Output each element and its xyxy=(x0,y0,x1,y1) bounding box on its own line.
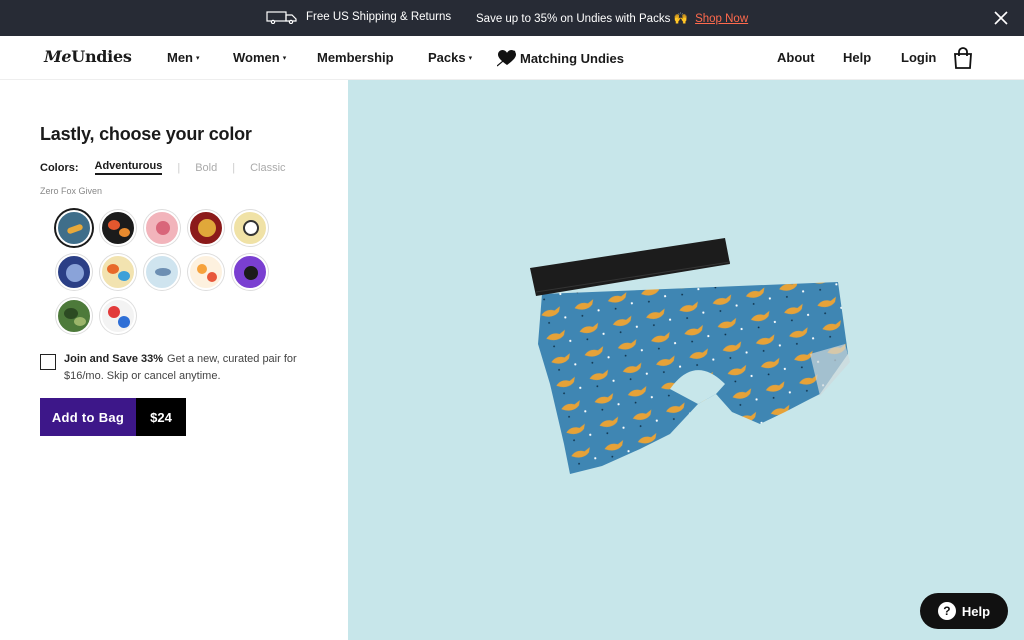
nav-matching-undies-label: Matching Undies xyxy=(520,50,625,66)
price: $24 xyxy=(136,398,186,436)
logo-undies: Undies xyxy=(71,47,132,66)
nav-men-label: Men xyxy=(167,50,193,65)
swatch-pattern-10[interactable] xyxy=(232,254,268,290)
caret-down-icon: ▾ xyxy=(282,54,287,62)
swatch-pattern-7[interactable] xyxy=(100,254,136,290)
nav-packs-label: Packs xyxy=(428,50,466,65)
tab-classic[interactable]: Classic xyxy=(250,162,285,174)
join-checkbox[interactable] xyxy=(40,354,56,370)
help-chat-button[interactable]: ? Help xyxy=(920,593,1008,629)
nav-about-label: About xyxy=(777,50,815,65)
save-text: Save up to 35% on Undies with Packs 🙌 xyxy=(476,13,688,25)
promo-bar: Free US Shipping & Returns Save up to 35… xyxy=(0,0,1024,36)
swatch-pattern-6[interactable] xyxy=(56,254,92,290)
shop-now-link[interactable]: Shop Now xyxy=(695,13,748,25)
truck-icon xyxy=(266,11,297,24)
add-to-bag-button[interactable]: Add to Bag $24 xyxy=(40,398,186,436)
swatch-pattern-3[interactable] xyxy=(144,210,180,246)
nav-packs[interactable]: Packs ▾ xyxy=(428,50,472,65)
nav-membership[interactable]: Membership xyxy=(317,50,394,65)
color-category-tabs: Colors: Adventurous | Bold | Classic xyxy=(40,160,286,175)
nav-login-label: Login xyxy=(901,50,937,65)
nav-help[interactable]: Help xyxy=(843,50,871,65)
options-panel: Lastly, choose your color Colors: Advent… xyxy=(0,80,348,640)
shipping-notice: Free US Shipping & Returns xyxy=(266,10,451,24)
swatch-pattern-9[interactable] xyxy=(188,254,224,290)
nav-help-label: Help xyxy=(843,50,872,65)
selected-color-name: Zero Fox Given xyxy=(40,186,103,196)
nav-women-label: Women xyxy=(233,50,280,65)
caret-down-icon: ▾ xyxy=(468,54,473,62)
shipping-text: Free US Shipping & Returns xyxy=(306,11,452,23)
nav-about[interactable]: About xyxy=(777,50,815,65)
tab-adventurous[interactable]: Adventurous xyxy=(94,160,163,175)
logo[interactable]: MeUndies xyxy=(44,47,132,66)
tab-separator: | xyxy=(232,161,236,174)
nav-women[interactable]: Women ▾ xyxy=(233,50,286,65)
swatch-pattern-5[interactable] xyxy=(232,210,268,246)
help-chat-label: Help xyxy=(961,603,991,619)
nav-login[interactable]: Login xyxy=(901,50,936,65)
swatch-pattern-8[interactable] xyxy=(144,254,180,290)
nav-matching-undies[interactable]: Matching Undies xyxy=(497,49,624,67)
question-icon: ? xyxy=(937,602,956,620)
product-image xyxy=(530,238,850,474)
main-nav: MeUndies Men ▾ Women ▾ Membership Packs ▾ M… xyxy=(0,36,1024,80)
nav-membership-label: Membership xyxy=(317,50,394,65)
colors-label: Colors: xyxy=(40,161,79,174)
swatch-pattern-12[interactable] xyxy=(100,298,136,334)
tab-bold[interactable]: Bold xyxy=(195,162,217,174)
join-text: Join and Save 33% Get a new, curated pair… xyxy=(40,351,310,385)
join-and-save: Join and Save 33% Get a new, curated pair… xyxy=(40,351,310,385)
join-title: Join and Save 33% xyxy=(64,353,164,365)
shopping-bag-icon[interactable] xyxy=(953,47,973,69)
logo-me: Me xyxy=(44,47,72,66)
close-icon[interactable] xyxy=(992,9,1010,27)
tab-separator: | xyxy=(177,161,181,174)
swatch-pattern-11[interactable] xyxy=(56,298,92,334)
heart-arrow-icon xyxy=(497,50,516,67)
swatch-pattern-2[interactable] xyxy=(100,210,136,246)
nav-men[interactable]: Men ▾ xyxy=(167,50,200,65)
page-title: Lastly, choose your color xyxy=(40,124,252,144)
product-hero xyxy=(348,80,1024,640)
swatch-zero-fox-given[interactable] xyxy=(56,210,92,246)
add-to-bag-label: Add to Bag xyxy=(40,398,136,436)
caret-down-icon: ▾ xyxy=(196,54,200,62)
save-notice: Save up to 35% on Undies with Packs 🙌 Sh… xyxy=(476,11,748,25)
swatch-pattern-4[interactable] xyxy=(188,210,224,246)
